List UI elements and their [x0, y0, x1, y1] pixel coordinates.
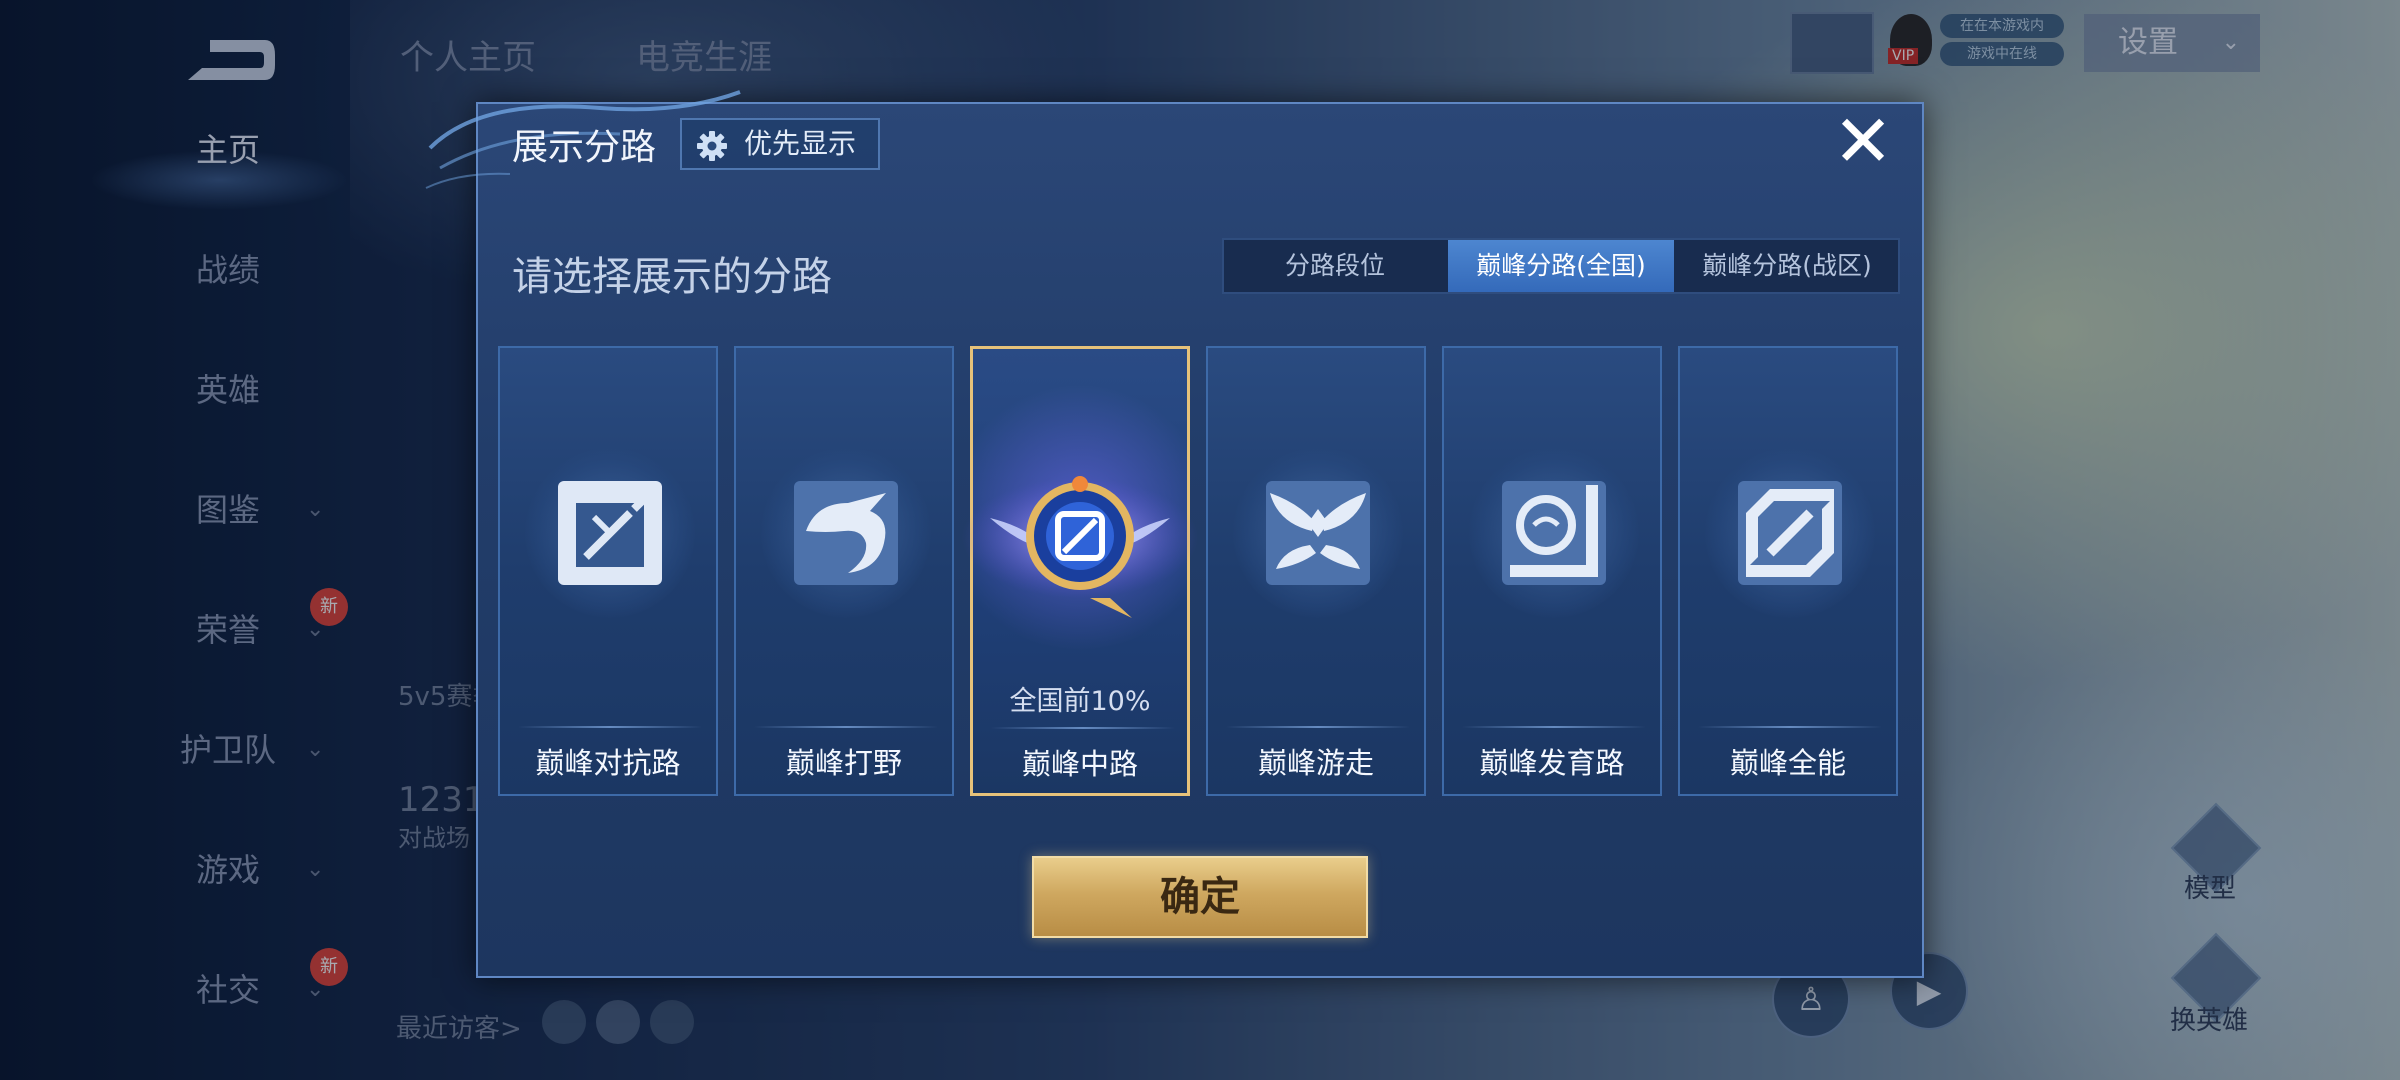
gear-icon: [697, 131, 727, 161]
lane-card-label: 巅峰全能: [1729, 746, 1846, 780]
tab-peak-lane-national[interactable]: 巅峰分路(全国): [1448, 240, 1674, 292]
lane-card[interactable]: 巅峰对抗路: [498, 346, 718, 796]
card-divider: [1226, 726, 1410, 728]
card-divider: [1698, 726, 1882, 728]
lane-card-label: 巅峰打野: [785, 746, 902, 780]
card-divider: [991, 727, 1175, 729]
dialog-title: 展示分路: [512, 127, 657, 168]
marksman-icon: [1502, 481, 1606, 585]
card-divider: [518, 726, 702, 728]
priority-display-button[interactable]: 优先显示: [680, 118, 880, 170]
lane-card-label: 巅峰对抗路: [535, 746, 681, 780]
priority-display-label: 优先显示: [744, 127, 857, 160]
mid-lane-emblem-icon: [962, 476, 1198, 618]
card-divider: [1462, 726, 1646, 728]
tab-peak-lane-region[interactable]: 巅峰分路(战区): [1676, 240, 1898, 292]
lane-rank-text: 全国前10%: [1009, 686, 1151, 717]
close-icon[interactable]: ✕: [1830, 105, 1896, 177]
lane-card[interactable]: 巅峰游走: [1206, 346, 1426, 796]
lane-card-label: 巅峰发育路: [1479, 746, 1625, 780]
lane-select-prompt: 请选择展示的分路: [512, 254, 832, 300]
all-round-icon: [1738, 481, 1842, 585]
lane-type-tabs: 分路段位 巅峰分路(全国) 巅峰分路(战区): [1222, 238, 1900, 294]
confirm-button[interactable]: 确定: [1032, 856, 1368, 938]
lane-card[interactable]: 巅峰全能: [1678, 346, 1898, 796]
lane-card[interactable]: 巅峰打野: [734, 346, 954, 796]
tab-lane-rank[interactable]: 分路段位: [1224, 240, 1446, 292]
lane-card-label: 巅峰中路: [1021, 747, 1138, 781]
card-divider: [754, 726, 938, 728]
lane-card[interactable]: 巅峰发育路: [1442, 346, 1662, 796]
lane-card-label: 巅峰游走: [1257, 746, 1374, 780]
dragon-icon: [794, 481, 898, 585]
wings-icon: [1266, 481, 1370, 585]
crossed-swords-icon: [558, 481, 662, 585]
